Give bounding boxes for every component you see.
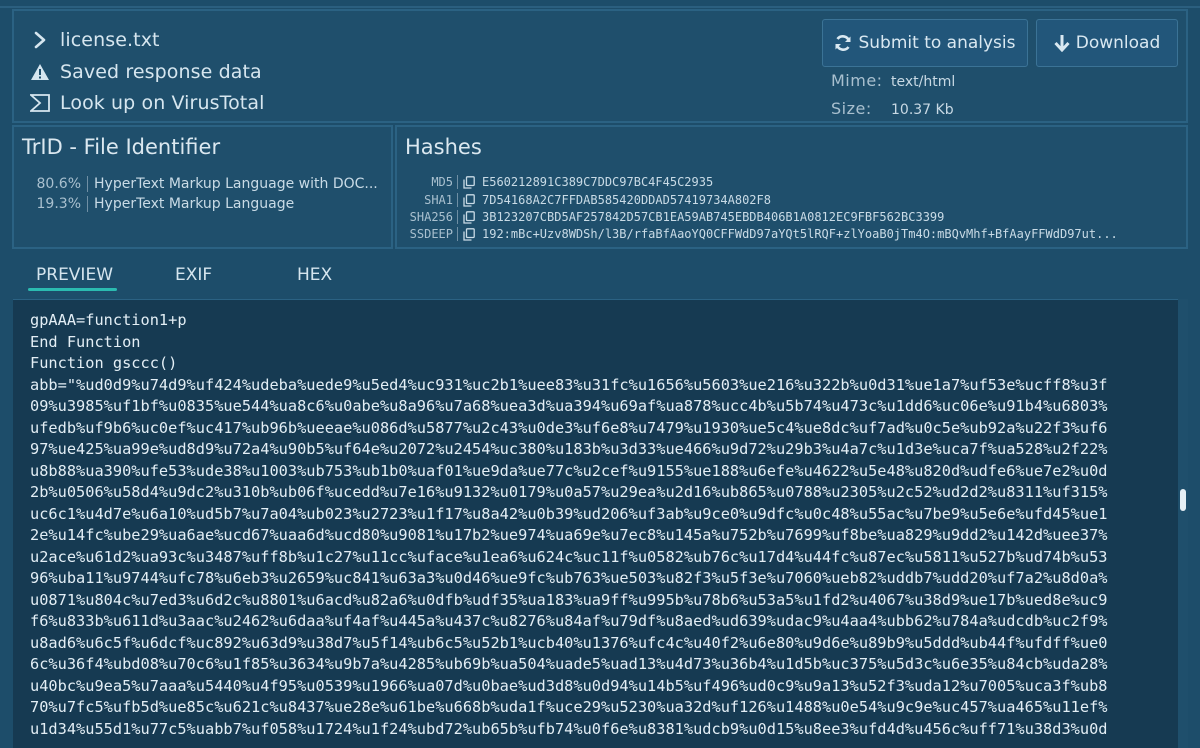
- preview-text: gpAAA=function1+p End Function Function gs…: [30, 310, 1165, 740]
- size-value: 10.37 Kb: [891, 102, 954, 118]
- preview-line: ufedb%uf9b6%uc0ef%uc417%ub96b%ueeae%u086…: [30, 418, 1108, 437]
- arrow-down-icon: [1054, 34, 1070, 52]
- hash-key: SHA1: [396, 193, 458, 207]
- preview-line: 70%u7fc5%ufb5d%ue85c%u621c%u8437%ue28e%u…: [30, 698, 1108, 716]
- file-name-row[interactable]: license.txt: [28, 25, 160, 55]
- preview-line: 96%uba11%u9744%ufc78%u6eb3%u2659%uc841%u…: [30, 569, 1108, 587]
- hash-key: SHA256: [396, 210, 458, 224]
- hash-value: E560212891C389C7DDC97BC4F45C2935: [482, 175, 714, 189]
- preview-line: 6c%u36f4%ubd08%u70c6%u1f85%u3634%u9b7a%u…: [30, 655, 1108, 673]
- active-tab-indicator: [28, 288, 117, 291]
- preview-line: End Function: [30, 332, 141, 351]
- preview-line: 2e%u14fc%ube29%ua6ae%ucd67%uaa6d%ucd80%u…: [30, 526, 1108, 544]
- hash-value: 7D54168A2C7FFDAB585420DDAD57419734A802F8: [482, 193, 771, 207]
- hash-row-sha1: SHA1 7D54168A2C7FFDAB585420DDAD57419734A…: [396, 191, 771, 209]
- preview-content[interactable]: gpAAA=function1+p End Function Function gs…: [13, 299, 1178, 748]
- hash-value: 192:mBc+Uzv8WDSh/l3B/rfaBfAaoYQ0CFFWdD97…: [482, 227, 1118, 241]
- hash-value: 3B123207CBD5AF257842D57CB1EA59AB745EBDB4…: [482, 210, 945, 224]
- file-name: license.txt: [60, 29, 160, 51]
- hash-row-md5: MD5 E560212891C389C7DDC97BC4F45C2935: [396, 173, 713, 191]
- hash-row-sha256: SHA256 3B123207CBD5AF257842D57CB1EA59AB7…: [396, 208, 944, 226]
- preview-line: gpAAA=function1+p: [30, 311, 187, 329]
- size-field: Size: 10.37 Kb: [831, 99, 954, 118]
- size-key: Size:: [831, 99, 872, 118]
- submit-label: Submit to analysis: [858, 33, 1016, 53]
- preview-line: u8b88%ua390%ufe53%ude38%u1003%ub753%ub1b…: [30, 461, 1108, 480]
- preview-line: 09%u3985%uf1bf%u0835%ue544%ua8c6%u0abe%u…: [30, 397, 1108, 415]
- saved-response-label: Saved response data: [60, 61, 262, 83]
- trid-description: HyperText Markup Language: [94, 196, 295, 212]
- chevron-right-icon: [28, 28, 52, 52]
- preview-line: f6%u833b%u611d%u3aac%u2462%u6daa%uf4af%u…: [30, 612, 1108, 630]
- mime-field: Mime: text/html: [831, 71, 955, 90]
- trid-row: 80.6% HyperText Markup Language with DOC…: [34, 176, 378, 192]
- preview-line: u1d34%u55d1%u77c5%uabb7%uf058%u1724%u1f2…: [30, 719, 1108, 738]
- hash-key: MD5: [396, 175, 458, 189]
- hash-key: SSDEEP: [396, 227, 458, 241]
- preview-line: u2ace%u61d2%ua93c%u3487%uff8b%u1c27%u11c…: [30, 547, 1108, 566]
- preview-line: uc6c1%u4d7e%u6a10%ud5b7%u7a04%ub023%u272…: [30, 504, 1108, 523]
- trid-description: HyperText Markup Language with DOC...: [94, 176, 378, 192]
- preview-line: u40bc%u9ea5%u7aaa%u5440%u4f95%u0539%u196…: [30, 676, 1108, 695]
- virustotal-icon: [28, 91, 52, 115]
- preview-line: 97%ue425%ua99e%ud8d9%u72a4%u90b5%uf64e%u…: [30, 440, 1108, 458]
- copy-icon[interactable]: [462, 175, 476, 189]
- mime-key: Mime:: [831, 71, 883, 90]
- refresh-icon: [834, 34, 852, 52]
- trid-percent: 19.3%: [34, 196, 88, 212]
- hash-row-ssdeep: SSDEEP 192:mBc+Uzv8WDSh/l3B/rfaBfAaoYQ0C…: [396, 225, 1118, 243]
- hashes-title: Hashes: [405, 135, 482, 159]
- scrollbar-thumb[interactable]: [1180, 489, 1186, 511]
- submit-to-analysis-button[interactable]: Submit to analysis: [822, 19, 1028, 67]
- trid-percent: 80.6%: [34, 176, 88, 192]
- saved-response-row[interactable]: Saved response data: [28, 57, 262, 87]
- preview-line: u8ad6%u6c5f%u6dcf%uc892%u63d9%u38d7%u5f1…: [30, 633, 1108, 652]
- file-info-panel: license.txt Saved response data Look up …: [12, 9, 1188, 123]
- download-label: Download: [1075, 33, 1161, 53]
- download-button[interactable]: Download: [1036, 19, 1178, 67]
- preview-line: abb="%ud0d9%u74d9%uf424%udeba%uede9%u5ed…: [30, 375, 1108, 394]
- top-border: [0, 6, 1200, 8]
- tab-hex[interactable]: HEX: [297, 265, 332, 285]
- trid-panel: TrID - File Identifier 80.6% HyperText M…: [12, 125, 393, 249]
- preview-scrollbar[interactable]: [1178, 299, 1188, 748]
- trid-title: TrID - File Identifier: [22, 135, 221, 159]
- mime-value: text/html: [891, 74, 956, 90]
- tab-exif[interactable]: EXIF: [175, 265, 212, 285]
- virustotal-link[interactable]: Look up on VirusTotal: [60, 92, 264, 114]
- preview-line: 2b%u0506%u58d4%u9dc2%u310b%ub06f%ucedd%u…: [30, 483, 1108, 501]
- preview-line: u0871%u804c%u7ed3%u6d2c%u8801%u6acd%u82a…: [30, 590, 1108, 609]
- virustotal-row[interactable]: Look up on VirusTotal: [28, 88, 264, 118]
- copy-icon[interactable]: [462, 227, 476, 241]
- tab-preview[interactable]: PREVIEW: [36, 265, 113, 285]
- copy-icon[interactable]: [462, 193, 476, 207]
- preview-tabs: PREVIEW EXIF HEX: [12, 259, 1188, 295]
- preview-line: Function gsccc(): [30, 354, 178, 372]
- trid-row: 19.3% HyperText Markup Language: [34, 196, 294, 212]
- warning-icon: [28, 60, 52, 84]
- copy-icon[interactable]: [462, 210, 476, 224]
